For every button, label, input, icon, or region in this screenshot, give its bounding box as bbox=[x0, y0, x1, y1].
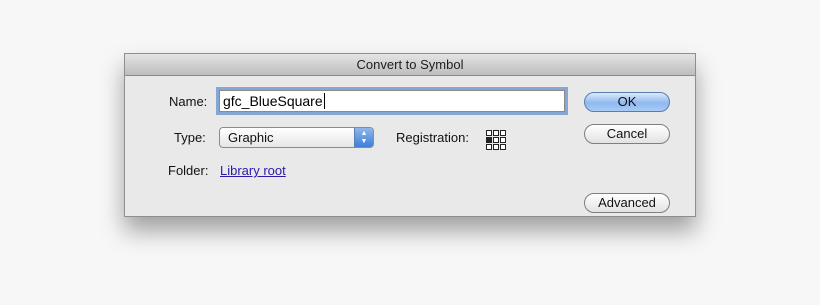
text-caret bbox=[323, 93, 325, 109]
registration-point-top-right[interactable] bbox=[500, 130, 506, 136]
registration-point-middle-right[interactable] bbox=[500, 137, 506, 143]
type-select[interactable]: Graphic ▲ ▼ bbox=[219, 127, 374, 148]
convert-to-symbol-dialog: Convert to Symbol Name: gfc_BlueSquare T… bbox=[124, 53, 696, 217]
registration-point-middle-left[interactable] bbox=[486, 137, 492, 143]
registration-grid[interactable] bbox=[486, 130, 506, 150]
registration-point-bottom-center[interactable] bbox=[493, 144, 499, 150]
registration-label: Registration: bbox=[396, 130, 469, 145]
select-arrows-icon: ▲ ▼ bbox=[354, 128, 373, 147]
folder-label: Folder: bbox=[168, 163, 209, 178]
cancel-button[interactable]: Cancel bbox=[584, 124, 670, 144]
registration-point-bottom-right[interactable] bbox=[500, 144, 506, 150]
name-input-value: gfc_BlueSquare bbox=[223, 93, 323, 109]
library-root-link[interactable]: Library root bbox=[220, 163, 286, 178]
advanced-button[interactable]: Advanced bbox=[584, 193, 670, 213]
registration-point-top-center[interactable] bbox=[493, 130, 499, 136]
registration-point-center[interactable] bbox=[493, 137, 499, 143]
type-select-value: Graphic bbox=[228, 130, 274, 145]
registration-point-bottom-left[interactable] bbox=[486, 144, 492, 150]
name-label: Name: bbox=[169, 94, 208, 109]
dialog-title: Convert to Symbol bbox=[125, 54, 695, 76]
registration-point-top-left[interactable] bbox=[486, 130, 492, 136]
type-label: Type: bbox=[174, 130, 206, 145]
name-input[interactable]: gfc_BlueSquare bbox=[219, 90, 565, 112]
ok-button[interactable]: OK bbox=[584, 92, 670, 112]
